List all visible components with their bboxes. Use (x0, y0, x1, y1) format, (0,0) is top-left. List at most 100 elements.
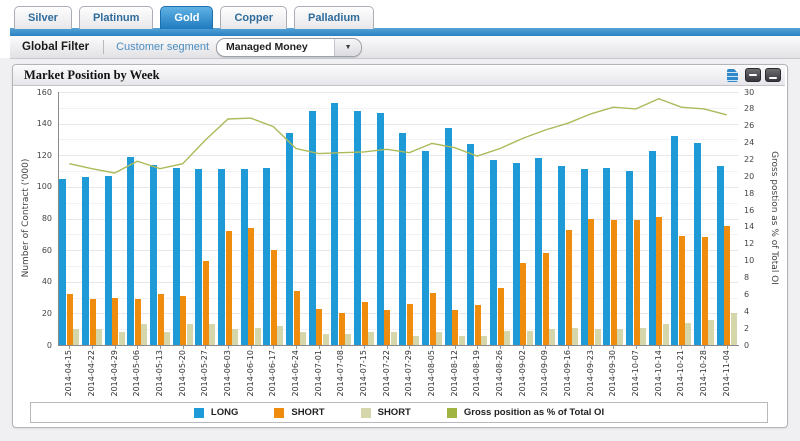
x-axis-tick-mark (205, 346, 206, 349)
accent-strip (10, 28, 800, 36)
x-axis-date-label: 2014-10-21 (676, 350, 685, 400)
y-axis-left-tick: 20 (18, 309, 52, 318)
tab-gold[interactable]: Gold (160, 6, 213, 29)
y-axis-right-tick: 26 (744, 121, 774, 130)
legend-item-gross-position-as-of-total-oi[interactable]: Gross position as % of Total OI (447, 407, 604, 418)
tab-silver[interactable]: Silver (14, 6, 72, 29)
x-axis-date-label: 2014-06-17 (268, 350, 277, 400)
x-axis-tick-mark (183, 346, 184, 349)
maximize-glyph (769, 77, 777, 79)
x-axis-date-label: 2014-09-09 (540, 350, 549, 400)
legend-item-short[interactable]: SHORT (361, 407, 411, 418)
tab-platinum[interactable]: Platinum (79, 6, 153, 29)
x-axis-date-label: 2014-08-05 (427, 350, 436, 400)
customer-segment-dropdown[interactable]: Managed Money ▼ (216, 38, 362, 57)
x-axis-date-label: 2014-05-06 (132, 350, 141, 400)
x-axis-tick-mark (319, 346, 320, 349)
x-axis-tick-mark (591, 346, 592, 349)
x-axis-date-label: 2014-08-19 (472, 350, 481, 400)
legend-label: LONG (211, 407, 238, 418)
x-axis-tick-mark (727, 346, 728, 349)
chevron-down-icon[interactable]: ▼ (334, 39, 361, 56)
y-axis-left-tick: 160 (18, 88, 52, 97)
x-axis-tick-mark (704, 346, 705, 349)
x-axis-date-label: 2014-10-28 (699, 350, 708, 400)
dropdown-selected-value: Managed Money (226, 41, 334, 53)
legend-label: SHORT (291, 407, 324, 418)
x-axis-tick-mark (251, 346, 252, 349)
x-axis-date-label: 2014-06-24 (291, 350, 300, 400)
x-axis-date-label: 2014-04-15 (64, 350, 73, 400)
x-axis-tick-mark (500, 346, 501, 349)
x-axis-tick-mark (92, 346, 93, 349)
x-axis-tick-mark (137, 346, 138, 349)
x-axis-tick-mark (387, 346, 388, 349)
x-axis-tick-mark (160, 346, 161, 349)
x-axis-tick-mark (409, 346, 410, 349)
y-axis-left-tick: 0 (18, 341, 52, 350)
legend-item-long[interactable]: LONG (194, 407, 238, 418)
x-axis-tick-mark (341, 346, 342, 349)
panel-title: Market Position by Week (24, 68, 727, 83)
x-axis-tick-mark (228, 346, 229, 349)
x-axis-tick-mark (545, 346, 546, 349)
x-axis-date-label: 2014-09-02 (518, 350, 527, 400)
customer-segment-label: Customer segment (116, 41, 209, 53)
divider (103, 40, 104, 54)
y-axis-left-title: Number of Contract ('000) (21, 133, 31, 303)
x-axis-tick-mark (455, 346, 456, 349)
x-axis-tick-mark (636, 346, 637, 349)
legend-label: SHORT (378, 407, 411, 418)
legend-swatch (194, 408, 204, 418)
app-window: Silver Platinum Gold Copper Palladium Global… (0, 0, 800, 441)
y-axis-right-tick: 0 (744, 341, 774, 350)
y-axis-right-tick: 30 (744, 88, 774, 97)
x-axis-date-label: 2014-08-26 (495, 350, 504, 400)
y-axis-left-tick: 140 (18, 119, 52, 128)
global-filter-bar: Global Filter Customer segment Managed M… (10, 36, 800, 59)
minimize-glyph (749, 74, 757, 76)
x-axis-date-label: 2014-07-08 (336, 350, 345, 400)
chart-legend: LONG SHORT SHORT Gross position as % of Tot… (30, 402, 768, 423)
x-axis-date-label: 2014-10-14 (654, 350, 663, 400)
x-axis-date-label: 2014-07-01 (314, 350, 323, 400)
x-axis-date-label: 2014-04-29 (110, 350, 119, 400)
x-axis-date-label: 2014-04-22 (87, 350, 96, 400)
y-axis-right-tick: 4 (744, 307, 774, 316)
x-axis-date-label: 2014-09-30 (608, 350, 617, 400)
legend-item-short[interactable]: SHORT (274, 407, 324, 418)
x-axis-tick-mark (681, 346, 682, 349)
oi-percent-line (58, 92, 738, 345)
x-axis-tick-mark (568, 346, 569, 349)
maximize-button[interactable] (765, 68, 781, 82)
legend-swatch (447, 408, 457, 418)
x-axis-tick-mark (659, 346, 660, 349)
x-axis-tick-mark (273, 346, 274, 349)
x-axis-tick-mark (69, 346, 70, 349)
x-axis-tick-mark (523, 346, 524, 349)
legend-swatch (361, 408, 371, 418)
legend-swatch (274, 408, 284, 418)
y-axis-right-tick: 2 (744, 324, 774, 333)
x-axis-date-label: 2014-06-10 (246, 350, 255, 400)
x-axis-tick-mark (115, 346, 116, 349)
export-document-icon[interactable] (727, 69, 738, 82)
tab-bar: Silver Platinum Gold Copper Palladium (14, 6, 374, 29)
tab-palladium[interactable]: Palladium (294, 6, 374, 29)
x-axis-date-label: 2014-11-04 (722, 350, 731, 400)
x-axis-date-label: 2014-05-20 (178, 350, 187, 400)
x-axis-date-label: 2014-07-22 (382, 350, 391, 400)
x-axis-date-label: 2014-08-12 (450, 350, 459, 400)
y-axis-right-title: Gross postion as % of Total OI (769, 133, 779, 303)
x-axis-date-label: 2014-07-29 (404, 350, 413, 400)
x-axis-tick-mark (296, 346, 297, 349)
x-axis-date-label: 2014-09-16 (563, 350, 572, 400)
x-axis-tick-mark (613, 346, 614, 349)
minimize-button[interactable] (745, 68, 761, 82)
x-axis-date-label: 2014-10-07 (631, 350, 640, 400)
x-axis-date-label: 2014-06-03 (223, 350, 232, 400)
tab-copper[interactable]: Copper (220, 6, 287, 29)
panel-header: Market Position by Week (13, 65, 785, 86)
legend-label: Gross position as % of Total OI (464, 407, 604, 418)
x-axis-tick-mark (432, 346, 433, 349)
